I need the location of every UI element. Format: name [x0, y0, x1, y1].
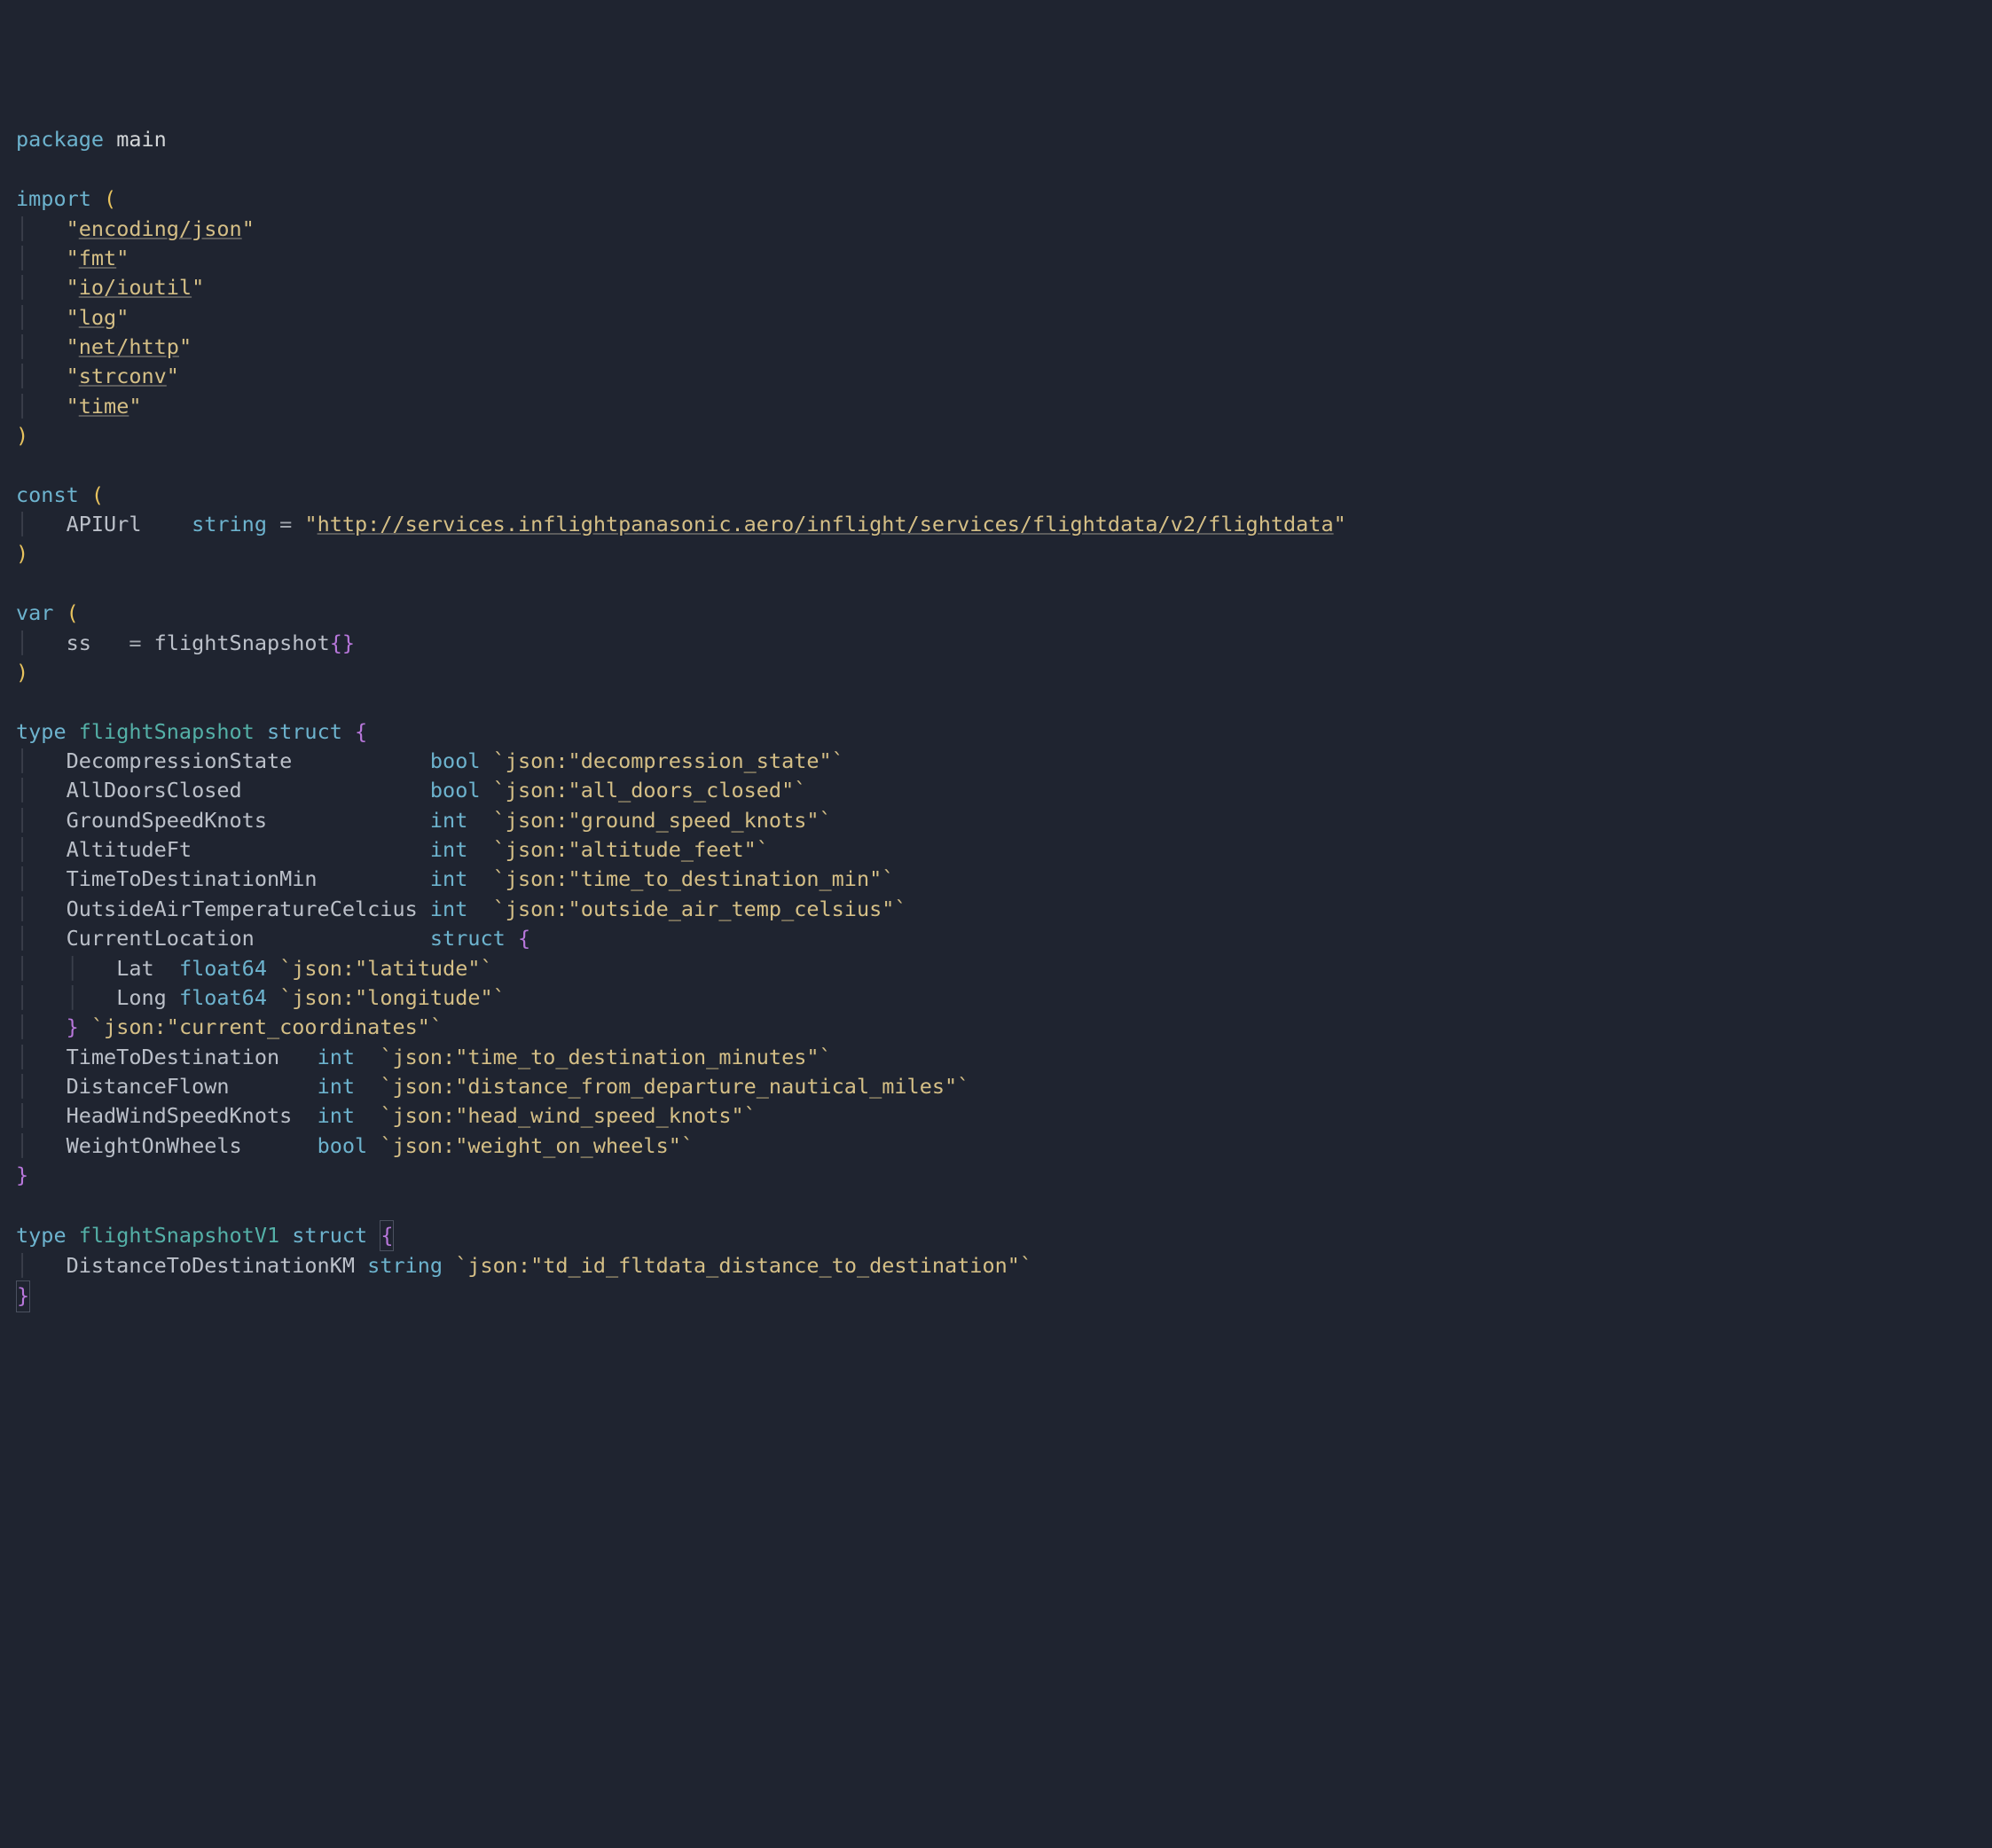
field-tag: `json:"time_to_destination_minutes"`	[380, 1045, 831, 1069]
type-string: string	[192, 512, 267, 536]
field-tag: `json:"all_doors_closed"`	[493, 778, 807, 803]
field-tag: `json:"latitude"`	[279, 956, 493, 981]
field-tag: `json:"weight_on_wheels"`	[380, 1133, 694, 1158]
field-name: Long	[116, 985, 167, 1010]
type-name: flightSnapshot	[79, 719, 255, 744]
code-editor[interactable]: package main import ( │ "encoding/json" …	[16, 125, 1976, 1312]
field-tag: `json:"altitude_feet"`	[493, 837, 769, 862]
field-name: DistanceFlown	[67, 1074, 230, 1099]
field-type: int	[430, 808, 467, 833]
import-path: io/ioutil	[79, 275, 192, 300]
field-type: bool	[430, 778, 481, 803]
import-path: log	[79, 305, 116, 330]
import-path: encoding/json	[79, 216, 242, 241]
import-path: fmt	[79, 246, 116, 270]
field-tag: `json:"outside_air_temp_celsius"`	[493, 897, 907, 921]
keyword-import: import	[16, 186, 91, 211]
field-name: AllDoorsClosed	[67, 778, 242, 803]
type-name: flightSnapshotV1	[79, 1223, 279, 1248]
field-type: int	[318, 1074, 355, 1099]
field-name: AltitudeFt	[67, 837, 192, 862]
field-name: TimeToDestinationMin	[67, 866, 318, 891]
field-name: WeightOnWheels	[67, 1133, 242, 1158]
keyword-package: package	[16, 127, 104, 152]
keyword-struct: struct	[430, 926, 506, 951]
field-type: bool	[318, 1133, 368, 1158]
field-tag: `json:"longitude"`	[279, 985, 506, 1010]
field-tag: `json:"td_id_fltdata_distance_to_destina…	[455, 1253, 1032, 1278]
import-path: net/http	[79, 334, 179, 359]
field-tag: `json:"head_wind_speed_knots"`	[380, 1103, 756, 1128]
field-tag: `json:"time_to_destination_min"`	[493, 866, 895, 891]
field-type: int	[430, 866, 467, 891]
keyword-struct: struct	[292, 1223, 367, 1248]
import-path: strconv	[79, 364, 167, 388]
field-name: HeadWindSpeedKnots	[67, 1103, 293, 1128]
field-tag: `json:"ground_speed_knots"`	[493, 808, 832, 833]
field-name: CurrentLocation	[67, 926, 255, 951]
field-type: float64	[179, 956, 267, 981]
keyword-type: type	[16, 719, 67, 744]
keyword-type: type	[16, 1223, 67, 1248]
ident-main: main	[116, 127, 167, 152]
field-type: int	[318, 1103, 355, 1128]
field-tag: `json:"decompression_state"`	[493, 748, 844, 773]
field-name: OutsideAirTemperatureCelcius	[67, 897, 418, 921]
field-tag: `json:"distance_from_departure_nautical_…	[380, 1074, 969, 1099]
field-name: DistanceToDestinationKM	[67, 1253, 355, 1278]
const-value: http://services.inflightpanasonic.aero/i…	[318, 512, 1334, 536]
field-type: string	[367, 1253, 443, 1278]
field-type: int	[318, 1045, 355, 1069]
import-path: time	[79, 394, 129, 419]
field-name: GroundSpeedKnots	[67, 808, 267, 833]
field-tag: `json:"current_coordinates"`	[91, 1014, 443, 1039]
field-type: int	[430, 837, 467, 862]
keyword-struct: struct	[267, 719, 342, 744]
keyword-var: var	[16, 600, 53, 625]
const-name: APIUrl	[67, 512, 142, 536]
field-type: bool	[430, 748, 481, 773]
field-type: float64	[179, 985, 267, 1010]
field-name: Lat	[116, 956, 153, 981]
field-name: TimeToDestination	[67, 1045, 280, 1069]
keyword-const: const	[16, 482, 79, 507]
var-name: ss	[67, 630, 91, 655]
field-name: DecompressionState	[67, 748, 293, 773]
var-type: flightSnapshot	[154, 630, 330, 655]
field-type: int	[430, 897, 467, 921]
